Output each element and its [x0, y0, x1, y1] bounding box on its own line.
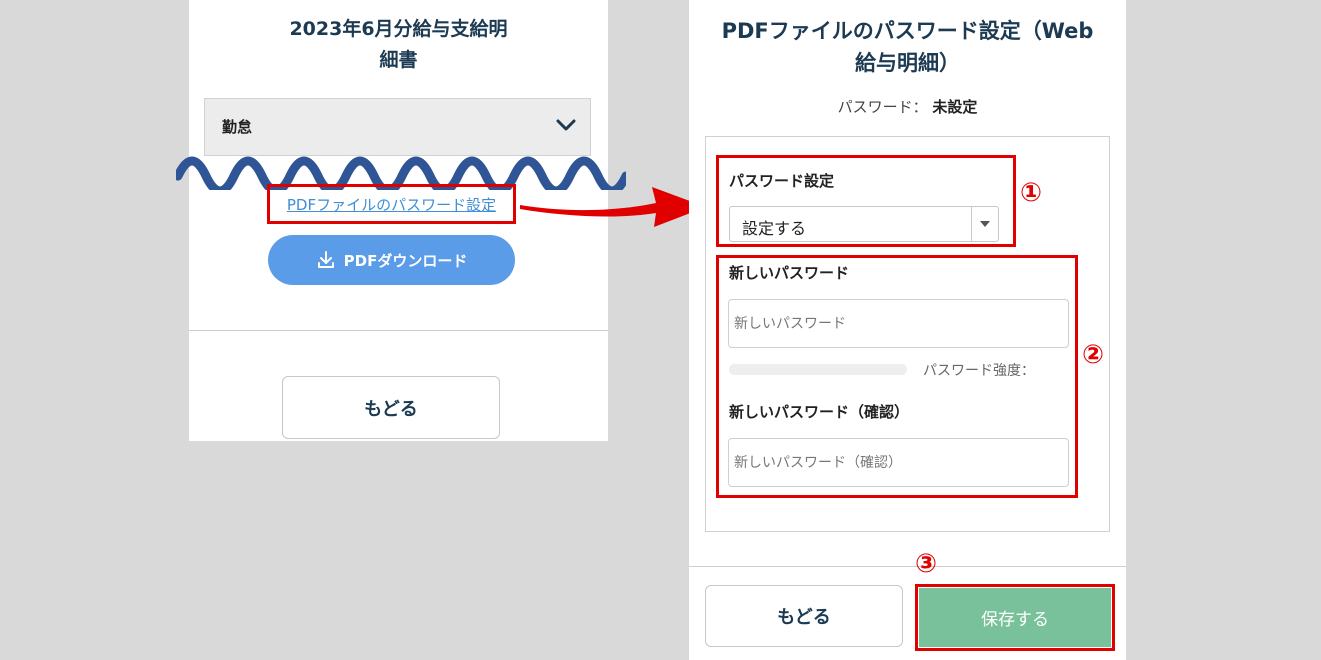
pdf-link-highlight: PDFファイルのパスワード設定: [267, 184, 516, 224]
back-button[interactable]: もどる: [705, 585, 903, 647]
download-icon: [317, 251, 334, 268]
footer-divider: [689, 566, 1126, 567]
step1-highlight: [716, 155, 1016, 247]
password-settings-title-line2: 給与明細）: [855, 51, 960, 75]
payslip-title-line2: 細書: [379, 49, 418, 71]
password-status-label: パスワード：: [837, 98, 928, 116]
red-arrow-icon: [520, 187, 706, 227]
payslip-divider: [189, 330, 608, 331]
step3-highlight: [915, 584, 1115, 651]
payslip-title: 2023年6月分給与支給明 細書: [189, 14, 608, 76]
pdf-download-label: PDFダウンロード: [343, 251, 468, 270]
password-settings-title-line1: PDFファイルのパスワード設定（Web: [721, 19, 1094, 43]
step2-number: ②: [1082, 340, 1105, 370]
step3-number: ③: [915, 549, 938, 579]
password-settings-title: PDFファイルのパスワード設定（Web 給与明細）: [689, 15, 1126, 79]
pdf-download-button[interactable]: PDFダウンロード: [268, 235, 515, 285]
step2-highlight: [716, 255, 1078, 498]
step1-number: ①: [1020, 178, 1043, 208]
pdf-password-link[interactable]: PDFファイルのパスワード設定: [270, 187, 513, 221]
chevron-down-icon: [556, 119, 576, 131]
password-status-value: 未設定: [932, 98, 978, 116]
payslip-back-button[interactable]: もどる: [282, 376, 500, 439]
category-label: 勤怠: [222, 118, 253, 136]
password-status: パスワード： 未設定: [689, 96, 1126, 117]
payslip-title-line1: 2023年6月分給与支給明: [289, 18, 508, 40]
